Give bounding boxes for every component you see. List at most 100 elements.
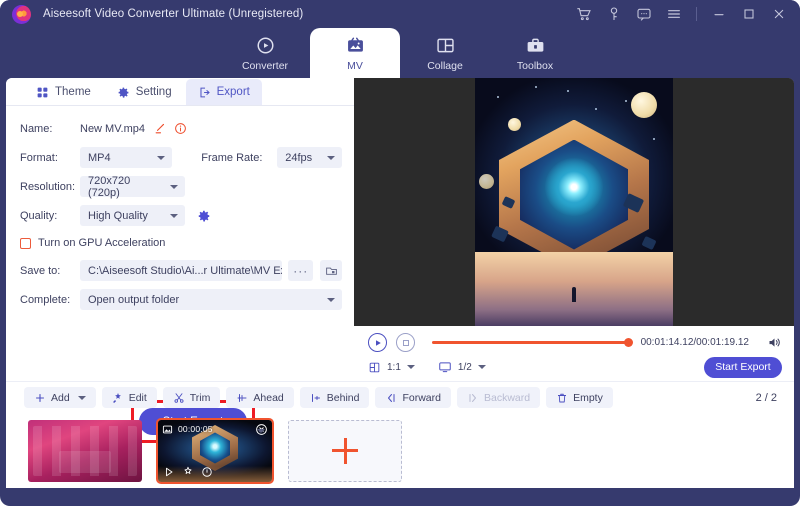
backward-button: Backward [456,387,541,408]
play-icon [375,339,381,346]
zoom-value: 1/2 [457,361,472,373]
aspect-ratio-icon [369,362,380,372]
app-window: Aiseesoft Video Converter Ultimate (Unre… [0,0,800,506]
title-bar: Aiseesoft Video Converter Ultimate (Unre… [0,0,800,28]
quality-settings-button[interactable] [197,209,211,223]
menu-icon[interactable] [666,6,682,22]
add-button[interactable]: Add [24,387,96,408]
view-options-row: 1:1 1/2 Start Export [354,355,794,379]
resolution-label: Resolution: [20,180,76,193]
name-label: Name: [20,122,53,135]
moon-icon [631,92,657,118]
collage-icon [436,38,454,52]
add-label: Add [51,391,70,404]
complete-action-select[interactable]: Open output folder [80,289,342,310]
gear-icon [118,87,129,98]
close-icon[interactable] [255,423,268,436]
monitor-icon [439,362,451,373]
behind-button[interactable]: Behind [299,387,370,408]
nav-tab-mv[interactable]: MV [310,28,400,78]
cart-icon[interactable] [576,6,592,22]
insert-behind-icon [311,393,320,402]
trash-icon [558,393,567,402]
insert-ahead-icon [237,393,247,402]
minimize-icon[interactable] [711,6,727,22]
stop-button[interactable] [396,333,415,352]
preview-panel: 00:01:14.12/00:01:19.12 1:1 1/2 Start Ex… [354,78,794,381]
moon-small-icon [479,174,494,189]
frame-rate-select[interactable]: 24fps [277,147,342,168]
chevron-down-icon [77,395,86,400]
move-backward-icon [469,393,476,402]
sub-tab-setting[interactable]: Setting [105,79,184,105]
volume-icon [769,338,780,347]
browse-button[interactable]: ··· [288,260,314,281]
gpu-acceleration-checkbox[interactable]: Turn on GPU Acceleration [20,232,342,254]
thumbnail-clip-2[interactable]: 00:00:05 [156,417,274,484]
edit-pencil-icon[interactable] [154,122,167,135]
behind-label: Behind [326,391,360,404]
edit-label: Edit [128,391,147,404]
playback-row: 00:01:14.12/00:01:19.12 [354,326,794,355]
clip-counter: 2 / 2 [755,391,777,404]
converter-icon [256,36,274,54]
main-content: Theme Setting Export Name: New MV.mp4 Fo… [6,78,794,488]
format-select[interactable]: MP4 [80,147,173,168]
save-to-path[interactable]: C:\Aiseesoft Studio\Ai...r Ultimate\MV E… [80,260,283,281]
gpu-acceleration-label: Turn on GPU Acceleration [38,237,166,249]
trim-button[interactable]: Trim [162,387,221,408]
forward-button[interactable]: Forward [375,387,451,408]
play-button[interactable] [368,333,387,352]
nav-tab-converter[interactable]: Converter [220,28,310,78]
rotate-icon[interactable] [201,466,213,478]
row-resolution: Resolution: 720x720 (720p) [20,174,342,199]
play-icon[interactable] [163,466,175,478]
progress-slider[interactable] [432,337,633,347]
ahead-label: Ahead [253,391,284,404]
aspect-ratio-control[interactable]: 1:1 [368,361,415,374]
app-title: Aiseesoft Video Converter Ultimate (Unre… [43,8,304,20]
row-quality: Quality: High Quality [20,203,342,228]
row-save-to: Save to: C:\Aiseesoft Studio\Ai...r Ulti… [20,258,342,283]
quality-select[interactable]: High Quality [80,205,185,226]
nav-label-converter: Converter [241,59,289,72]
person-silhouette [572,287,576,302]
app-logo-icon [12,4,31,24]
nav-tab-toolbox[interactable]: Toolbox [490,28,580,78]
zoom-control[interactable]: 1/2 [438,360,486,374]
sub-tab-export[interactable]: Export [185,79,262,105]
open-folder-button[interactable] [320,260,342,281]
checkbox-box [20,237,31,249]
aspect-ratio-value: 1:1 [387,361,401,373]
maximize-icon[interactable] [741,6,757,22]
thumb-actions [163,466,213,478]
chevron-down-icon [406,365,415,369]
key-icon[interactable] [606,6,622,22]
video-stage[interactable] [354,78,794,326]
resolution-select[interactable]: 720x720 (720p) [80,175,185,199]
sub-tab-theme[interactable]: Theme [24,79,103,105]
thumb-figure [59,450,111,473]
close-icon[interactable] [771,6,787,22]
chevron-down-icon [477,365,486,369]
add-clip-placeholder[interactable] [288,419,402,482]
row-name: Name: New MV.mp4 [20,116,342,141]
ahead-button[interactable]: Ahead [226,387,294,408]
gear-icon [198,210,210,221]
nav-label-mv: MV [347,59,363,72]
empty-button[interactable]: Empty [546,387,613,408]
name-value: New MV.mp4 [80,122,146,135]
video-frame [475,78,673,326]
magic-wand-icon[interactable] [182,466,194,478]
nav-label-toolbox: Toolbox [516,59,554,72]
preview-start-export-button[interactable]: Start Export [704,356,782,378]
feedback-icon[interactable] [636,6,652,22]
edit-button[interactable]: Edit [101,387,157,408]
export-settings-form: Name: New MV.mp4 Format: MP4 Frame Rate:… [6,106,354,312]
volume-button[interactable] [767,335,782,350]
sub-tabs: Theme Setting Export [6,78,354,106]
nav-tab-collage[interactable]: Collage [400,28,490,78]
sub-tab-label-export: Export [216,86,250,98]
info-icon[interactable] [174,122,187,135]
thumbnail-clip-1[interactable] [28,419,142,482]
